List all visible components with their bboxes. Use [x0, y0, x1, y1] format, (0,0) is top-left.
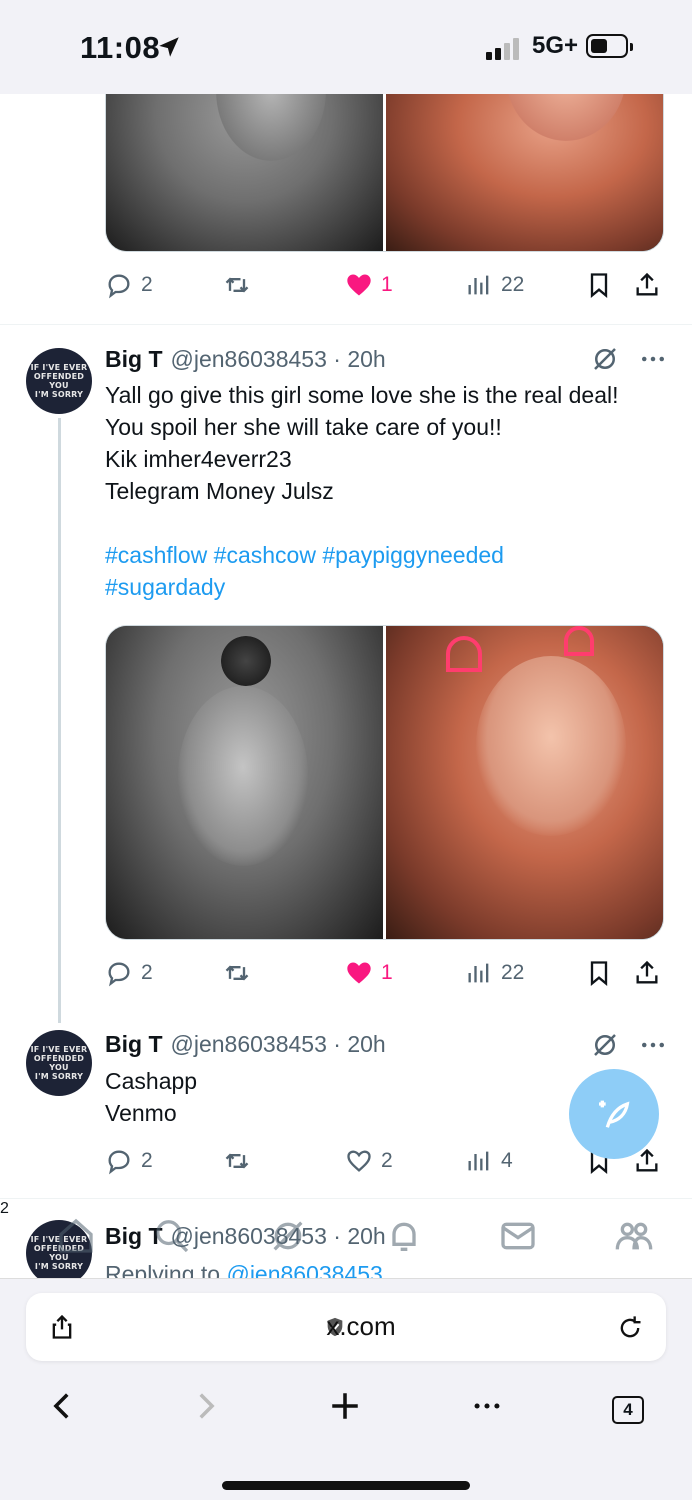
network-type: 5G+ — [532, 32, 579, 59]
repost-button[interactable] — [223, 1147, 251, 1175]
more-dots-icon — [474, 1403, 500, 1409]
avatar[interactable]: IF I'VE EVER OFFENDED YOU I'M SORRY — [26, 1030, 92, 1096]
bookmark-button[interactable] — [585, 959, 613, 987]
grok-icon[interactable] — [590, 344, 620, 374]
reply-button[interactable]: 2 — [105, 1147, 153, 1175]
compose-feather-icon — [599, 1100, 630, 1128]
photo-color[interactable] — [383, 626, 663, 939]
tweet-header-icons — [590, 1030, 668, 1060]
bookmark-icon — [590, 961, 608, 986]
tweet-text: Yall go give this girl some love she is … — [105, 379, 665, 603]
reply-button[interactable]: 2 — [105, 959, 153, 987]
screen: 11:08 5G+ 2 1 22 IF I'VE EVER OFFENDED Y… — [0, 0, 692, 1500]
heart-filled-icon — [347, 274, 371, 296]
tabs-button[interactable]: 4 — [612, 1396, 644, 1424]
views-chart-icon — [468, 275, 489, 295]
like-button[interactable]: 1 — [345, 271, 393, 299]
hashtag-line[interactable]: #cashflow #cashcow #paypiggyneeded — [105, 539, 665, 571]
browser-toolbar: x.com 4 — [0, 1278, 692, 1500]
tweet-header: Big T @jen86038453 · 20h — [105, 346, 386, 373]
heart-outline-icon — [347, 1150, 371, 1172]
more-options-icon[interactable] — [638, 344, 668, 374]
views-button[interactable]: 22 — [465, 959, 524, 987]
repost-icon — [225, 277, 249, 293]
author-handle[interactable]: @jen86038453 · 20h — [171, 1031, 386, 1057]
hashtag-line[interactable]: #sugardady — [105, 571, 665, 603]
more-options-icon[interactable] — [638, 1030, 668, 1060]
photo-grayscale[interactable] — [106, 626, 383, 939]
tweet-actions: 2 2 4 — [105, 1147, 665, 1183]
share-icon — [636, 960, 658, 984]
thread-connector — [58, 418, 61, 1023]
plus-icon — [332, 1393, 358, 1419]
reply-icon — [108, 1150, 130, 1175]
location-arrow-icon — [159, 37, 179, 57]
share-button[interactable] — [633, 271, 661, 299]
reply-icon — [108, 274, 130, 299]
tweet-actions-prev: 2 1 22 — [105, 271, 665, 307]
tweet-header: Big T @jen86038453 · 20h — [105, 1031, 386, 1058]
views-button[interactable]: 4 — [465, 1147, 513, 1175]
chevron-left-icon — [53, 1393, 69, 1419]
heart-filled-icon — [347, 962, 371, 984]
author-name[interactable]: Big T — [105, 346, 163, 372]
bookmark-icon — [590, 273, 608, 298]
forward-button[interactable] — [188, 1389, 222, 1428]
author-handle[interactable]: @jen86038453 · 20h — [171, 346, 386, 372]
repost-icon — [225, 1153, 249, 1169]
author-name[interactable]: Big T — [105, 1031, 163, 1057]
repost-button[interactable] — [223, 271, 251, 299]
reply-button[interactable]: 2 — [105, 271, 153, 299]
like-button[interactable]: 2 — [345, 1147, 393, 1175]
url-domain: x.com — [326, 1311, 396, 1341]
share-icon — [636, 272, 658, 296]
address-bar[interactable]: x.com — [26, 1293, 666, 1361]
repost-button[interactable] — [223, 959, 251, 987]
divider — [0, 324, 692, 325]
tweet-media[interactable] — [105, 625, 664, 940]
status-bar: 11:08 5G+ — [0, 0, 692, 94]
share-button[interactable] — [633, 959, 661, 987]
tweet-header-icons — [590, 344, 668, 374]
back-button[interactable] — [46, 1389, 80, 1428]
chevron-right-icon — [199, 1393, 215, 1419]
new-tab-button[interactable] — [328, 1389, 362, 1428]
compose-button[interactable] — [569, 1069, 659, 1159]
grok-icon[interactable] — [590, 1030, 620, 1060]
repost-icon — [225, 965, 249, 981]
like-button[interactable]: 1 — [345, 959, 393, 987]
views-chart-icon — [468, 963, 489, 983]
divider — [0, 1198, 692, 1199]
avatar[interactable]: IF I'VE EVER OFFENDED YOU I'M SORRY — [26, 348, 92, 414]
more-button[interactable] — [470, 1389, 504, 1428]
clock: 11:08 — [80, 30, 161, 65]
battery-icon — [586, 34, 633, 58]
tweet-actions: 2 1 22 — [105, 959, 665, 995]
notifications-badge: 2 — [0, 1200, 9, 1217]
reply-icon — [108, 962, 130, 987]
bookmark-button[interactable] — [585, 271, 613, 299]
views-button[interactable]: 22 — [465, 271, 524, 299]
reload-icon[interactable] — [616, 1314, 644, 1342]
home-indicator — [222, 1481, 470, 1490]
views-chart-icon — [468, 1151, 489, 1171]
cellular-signal-icon — [486, 38, 519, 60]
